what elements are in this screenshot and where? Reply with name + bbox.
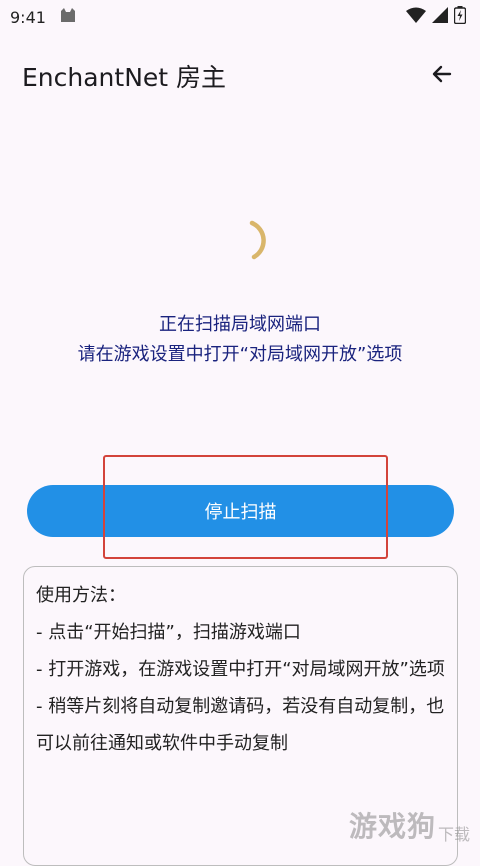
loading-spinner	[226, 218, 272, 264]
usage-step-1: - 点击“开始扫描”，扫描游戏端口	[36, 622, 301, 643]
battery-icon	[453, 6, 467, 28]
app-notification-icon	[58, 5, 78, 29]
signal-icon	[432, 7, 448, 27]
usage-instructions-card: 使用方法： - 点击“开始扫描”，扫描游戏端口 - 打开游戏，在游戏设置中打开“…	[23, 566, 458, 866]
usage-step-2: - 打开游戏，在游戏设置中打开“对局域网开放”选项	[36, 659, 445, 680]
stop-scan-button[interactable]: 停止扫描	[27, 485, 454, 537]
page-title: EnchantNet 房主	[22, 63, 227, 92]
scan-status-message: 正在扫描局域网端口 请在游戏设置中打开“对局域网开放”选项	[0, 310, 480, 370]
app-bar: EnchantNet 房主	[0, 44, 480, 108]
scan-status-line-1: 正在扫描局域网端口	[159, 314, 321, 335]
status-bar: 9:41	[0, 0, 480, 34]
scan-status-line-2: 请在游戏设置中打开“对局域网开放”选项	[77, 344, 403, 365]
status-left: 9:41	[10, 5, 78, 29]
wifi-icon	[406, 7, 426, 27]
back-button[interactable]	[422, 56, 462, 96]
status-time: 9:41	[10, 7, 46, 27]
status-right	[406, 6, 467, 28]
arrow-left-icon	[430, 62, 454, 90]
usage-heading: 使用方法：	[36, 585, 126, 606]
usage-step-3: - 稍等片刻将自动复制邀请码，若没有自动复制，也可以前往通知或软件中手动复制	[36, 696, 445, 754]
